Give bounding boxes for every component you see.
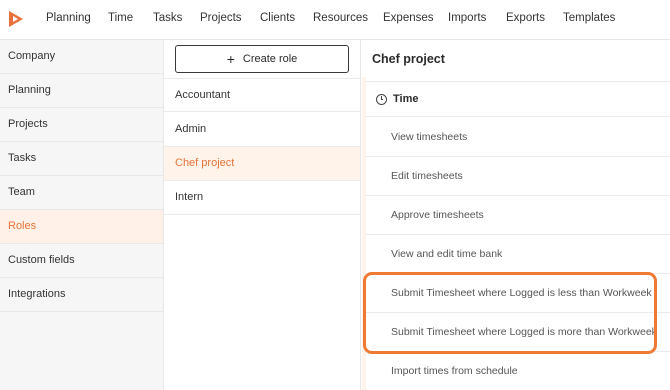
role-item-accountant[interactable]: Accountant [164,78,360,112]
permission-view-edit-time-bank[interactable]: View and edit time bank [366,235,670,274]
sidebar-item-integrations[interactable]: Integrations [0,278,163,312]
nav-exports[interactable]: Exports [506,12,545,24]
nav-resources[interactable]: Resources [313,12,368,24]
nav-templates[interactable]: Templates [563,12,615,24]
plus-icon: + [226,51,235,67]
sidebar-item-roles[interactable]: Roles [0,210,163,244]
sidebar-item-tasks[interactable]: Tasks [0,142,163,176]
sidebar-item-projects[interactable]: Projects [0,108,163,142]
clock-icon [376,93,387,105]
nav-clients[interactable]: Clients [260,12,295,24]
role-permissions-panel: Chef project Time View timesheets Edit t… [362,40,670,390]
brand-logo-icon[interactable] [7,10,25,28]
create-role-button[interactable]: + Create role [175,45,349,73]
permission-submit-more-than-workweek[interactable]: Submit Timesheet where Logged is more th… [366,313,670,352]
roles-list: + Create role Accountant Admin Chef proj… [164,40,361,390]
sidebar-item-company[interactable]: Company [0,40,163,74]
permission-view-timesheets[interactable]: View timesheets [366,118,670,157]
sidebar-item-team[interactable]: Team [0,176,163,210]
top-nav: Planning Time Tasks Projects Clients Res… [0,0,670,40]
nav-expenses[interactable]: Expenses [383,12,434,24]
page-title: Chef project [372,52,445,66]
role-item-chef-project[interactable]: Chef project [164,147,360,181]
nav-projects[interactable]: Projects [200,12,242,24]
permission-approve-timesheets[interactable]: Approve timesheets [366,196,670,235]
permission-import-times-from-schedule[interactable]: Import times from schedule [366,352,670,390]
permission-edit-timesheets[interactable]: Edit timesheets [366,157,670,196]
sidebar-item-custom-fields[interactable]: Custom fields [0,244,163,278]
section-header-time[interactable]: Time [366,81,670,117]
settings-sidebar: Company Planning Projects Tasks Team Rol… [0,40,164,390]
nav-imports[interactable]: Imports [448,12,486,24]
section-label: Time [393,93,419,105]
create-role-label: Create role [242,53,298,65]
nav-time[interactable]: Time [108,12,133,24]
permission-submit-less-than-workweek[interactable]: Submit Timesheet where Logged is less th… [366,274,670,313]
role-item-admin[interactable]: Admin [164,113,360,147]
nav-tasks[interactable]: Tasks [153,12,182,24]
sidebar-item-planning[interactable]: Planning [0,74,163,108]
nav-planning[interactable]: Planning [46,12,91,24]
role-item-intern[interactable]: Intern [164,181,360,215]
